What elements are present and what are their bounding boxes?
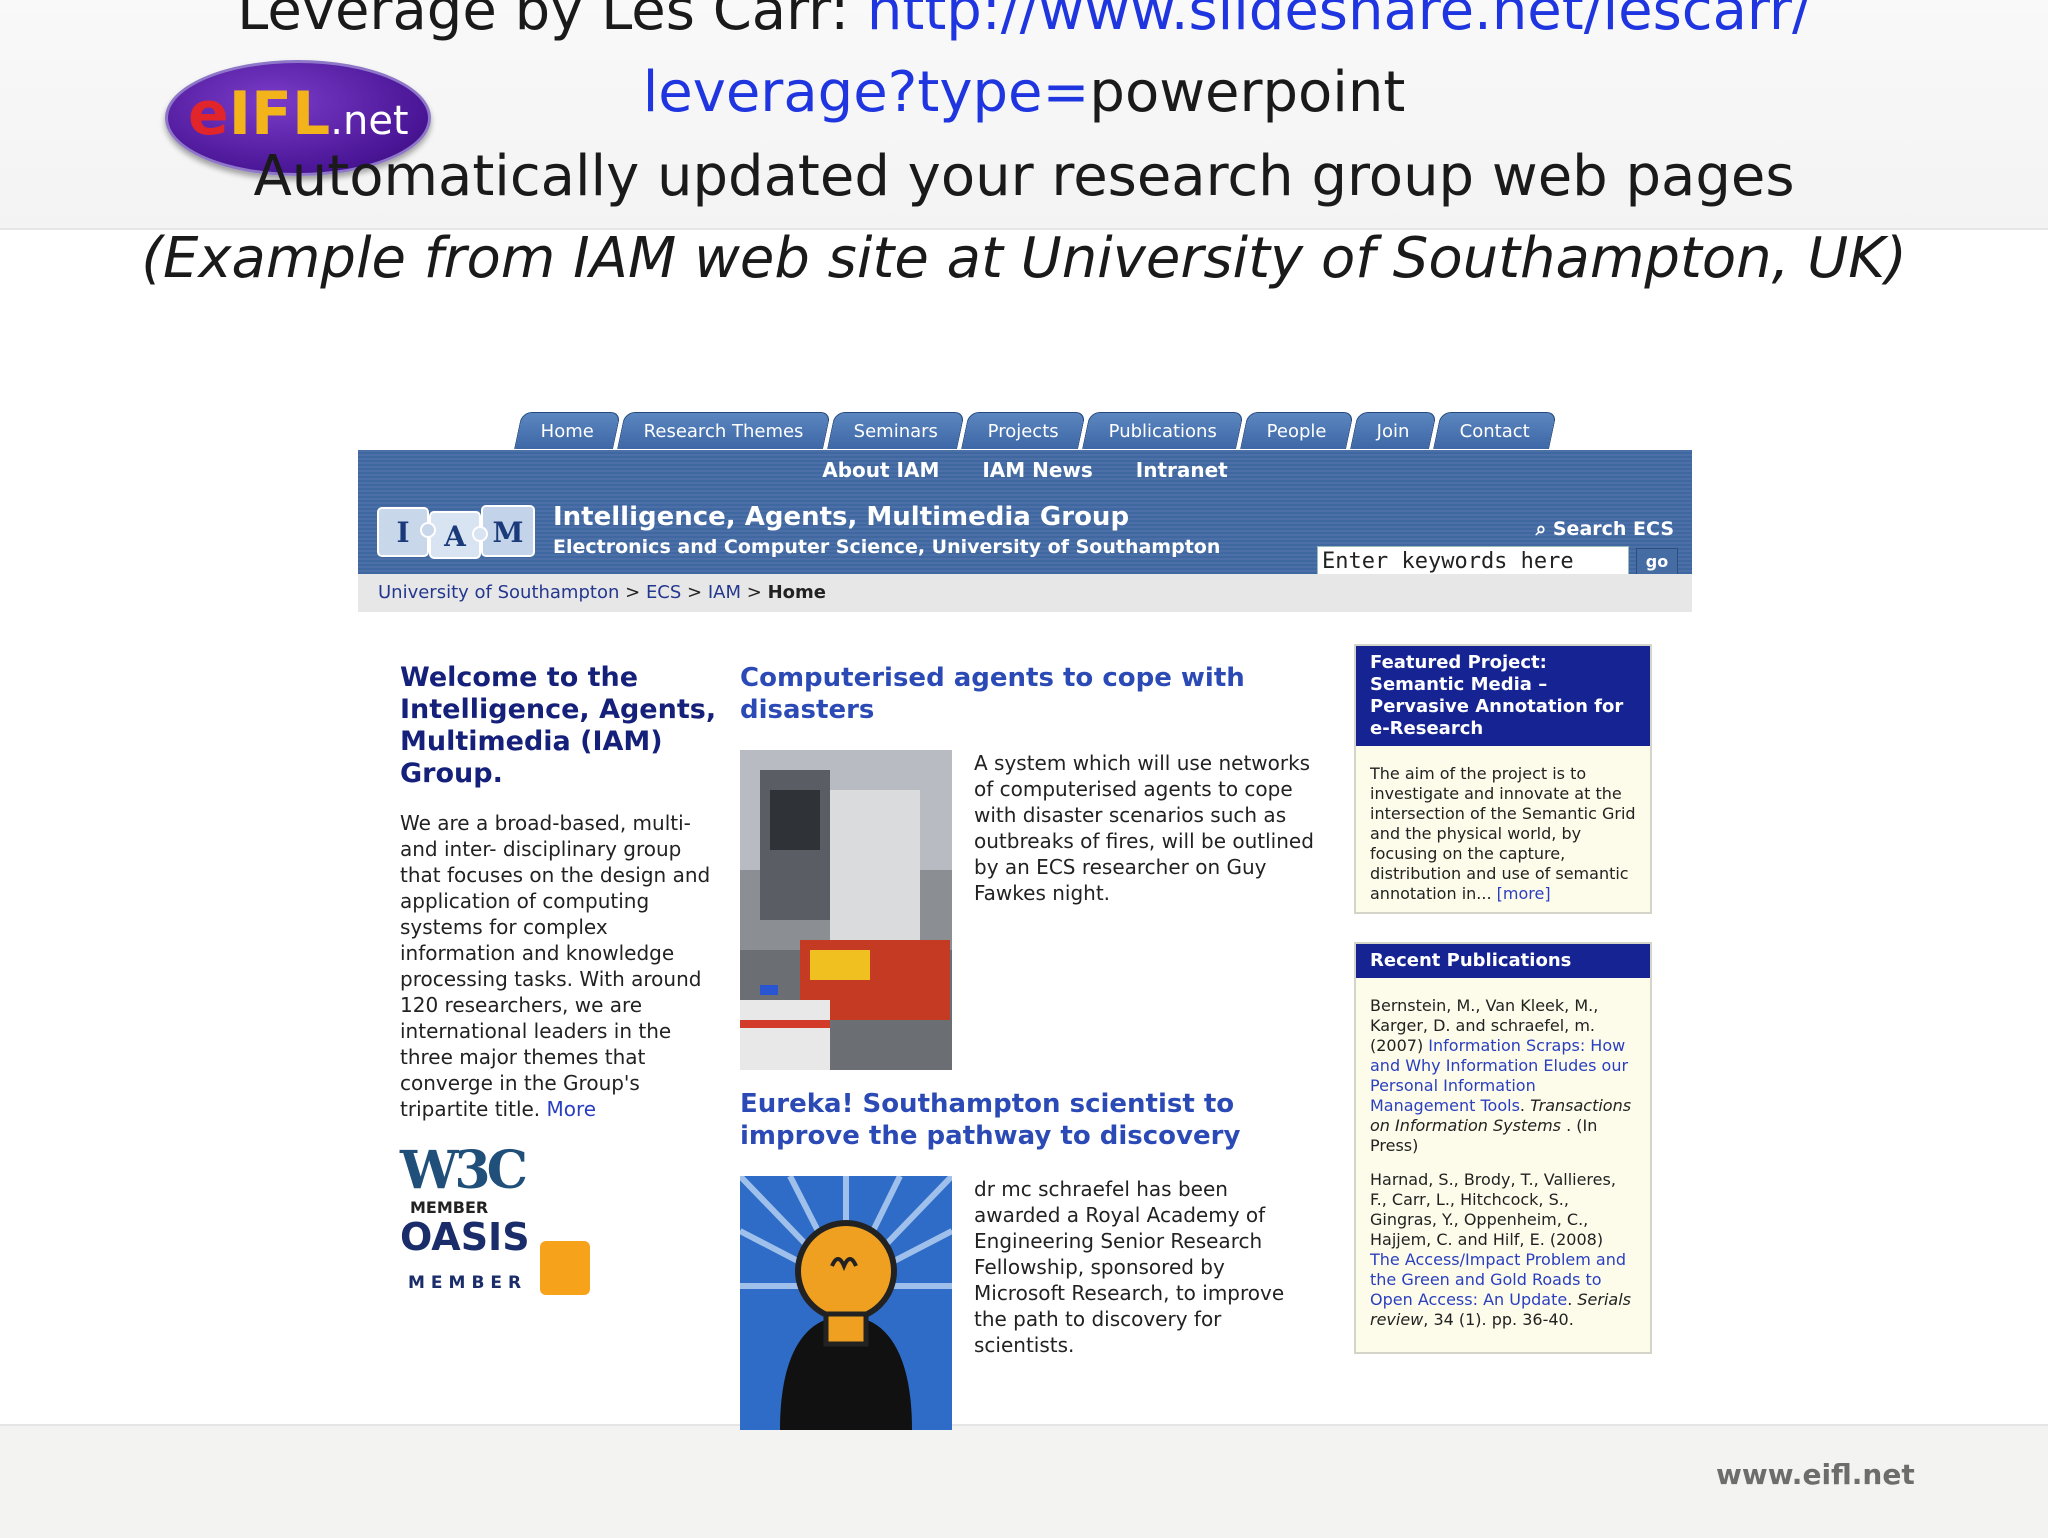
iam-website: Home Research Themes Seminars Projects P… [358, 412, 1692, 1430]
iam-puzzle-logo: I A M [377, 505, 535, 559]
featured-project-heading[interactable]: Featured Project: Semantic Media – Perva… [1356, 646, 1650, 746]
sub-navigation: About IAM IAM News Intranet [358, 458, 1692, 482]
lightbulb-illustration [740, 1176, 952, 1430]
subnav-about-iam[interactable]: About IAM [822, 458, 939, 482]
news-title-2[interactable]: Eureka! Southampton scientist to improve… [740, 1088, 1320, 1152]
welcome-heading: Welcome to the Intelligence, Agents, Mul… [400, 662, 717, 789]
subnav-iam-news[interactable]: IAM News [982, 458, 1092, 482]
oasis-mark-icon [539, 1240, 590, 1295]
tab-projects[interactable]: Projects [961, 412, 1087, 449]
recent-publications-box: Recent Publications Bernstein, M., Van K… [1354, 942, 1652, 1354]
search-ecs-label: ⌕ Search ECS [1535, 518, 1674, 540]
news-title-1[interactable]: Computerised agents to cope with disaste… [740, 662, 1320, 726]
group-subtitle: Electronics and Computer Science, Univer… [553, 536, 1221, 558]
welcome-text: We are a broad-based, multi- and inter- … [400, 811, 711, 1121]
slide-title-line1: Leverage by Les Carr: http://www.slidesh… [0, 0, 2048, 43]
tab-home[interactable]: Home [514, 412, 622, 449]
tab-seminars[interactable]: Seminars [826, 412, 966, 449]
breadcrumb: University of Southampton > ECS > IAM > … [358, 574, 1692, 612]
tab-people[interactable]: People [1240, 412, 1355, 449]
search-go-button[interactable]: go [1636, 548, 1678, 576]
puzzle-letter-m: M [493, 516, 524, 549]
puzzle-letter-a: A [443, 520, 467, 553]
news-item-1: A system which will use networks of comp… [740, 750, 1320, 1070]
tab-publications[interactable]: Publications [1082, 412, 1245, 449]
slideshare-link-cont[interactable]: leverage?type= [643, 60, 1090, 125]
slide-caption: (Example from IAM web site at University… [141, 226, 1907, 291]
featured-more-link[interactable]: [more] [1497, 884, 1551, 903]
tab-contact[interactable]: Contact [1432, 412, 1557, 449]
news-item-2: dr mc schraefel has been awarded a Royal… [740, 1176, 1320, 1430]
search-input[interactable] [1317, 546, 1629, 576]
recent-publications-heading: Recent Publications [1356, 944, 1650, 978]
welcome-more-link[interactable]: More [547, 1097, 597, 1121]
search-icon: ⌕ [1535, 518, 1547, 540]
publication-item: Bernstein, M., Van Kleek, M., Karger, D.… [1370, 996, 1632, 1155]
featured-project-text: The aim of the project is to investigate… [1370, 764, 1636, 903]
tab-research-themes[interactable]: Research Themes [617, 412, 831, 449]
tab-join[interactable]: Join [1350, 412, 1437, 449]
featured-project-box: Featured Project: Semantic Media – Perva… [1354, 644, 1652, 914]
group-title: Intelligence, Agents, Multimedia Group [553, 502, 1130, 532]
puzzle-letter-i: I [396, 516, 409, 549]
breadcrumb-university[interactable]: University of Southampton [378, 582, 619, 603]
main-tabs: Home Research Themes Seminars Projects P… [514, 412, 1557, 450]
news-text-1: A system which will use networks of comp… [974, 751, 1314, 905]
slide-title-line2: leverage?type=powerpoint [642, 60, 1406, 125]
news-column: Computerised agents to cope with disaste… [740, 662, 1320, 1430]
breadcrumb-home: Home [767, 582, 826, 603]
oasis-logo[interactable]: OASIS [400, 1217, 720, 1295]
slide-subtitle: Automatically updated your research grou… [253, 144, 1795, 209]
welcome-column: Welcome to the Intelligence, Agents, Mul… [400, 662, 720, 1295]
subnav-intranet[interactable]: Intranet [1136, 458, 1228, 482]
fire-scene-photo [740, 750, 952, 1070]
news-text-2: dr mc schraefel has been awarded a Royal… [974, 1177, 1285, 1357]
sidebar-column: Featured Project: Semantic Media – Perva… [1354, 644, 1652, 1382]
publication-item: Harnad, S., Brody, T., Vallieres, F., Ca… [1370, 1170, 1631, 1329]
w3c-logo[interactable]: W3C [400, 1144, 720, 1198]
breadcrumb-ecs[interactable]: ECS [646, 582, 681, 603]
site-banner: About IAM IAM News Intranet I A M Intell… [358, 450, 1692, 576]
slideshare-link[interactable]: http://www.slideshare.net/lescarr/ [867, 0, 1811, 43]
breadcrumb-iam[interactable]: IAM [708, 582, 741, 603]
footer-url: www.eifl.net [1716, 1458, 1915, 1491]
